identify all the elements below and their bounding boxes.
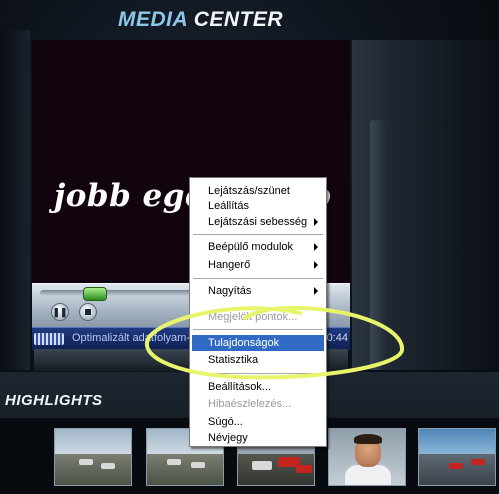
left-frame-panel xyxy=(0,30,30,370)
pause-icon: ❚❚ xyxy=(52,306,68,317)
submenu-arrow-icon xyxy=(314,218,318,226)
menu-item-play-pause[interactable]: Lejátszás/szünet xyxy=(192,183,324,199)
menu-item-help[interactable]: Súgó... xyxy=(192,414,324,430)
context-menu: Lejátszás/szünet Leállítás Lejátszási se… xyxy=(189,177,327,447)
menu-item-statistics[interactable]: Statisztika xyxy=(192,352,324,368)
menu-item-plugins[interactable]: Beépülő modulok xyxy=(192,239,324,255)
menu-separator xyxy=(193,278,323,280)
submenu-arrow-icon xyxy=(314,287,318,295)
menu-item-stop[interactable]: Leállítás xyxy=(192,198,324,214)
menu-item-markers: Megjelölt pontok... xyxy=(208,311,298,323)
menu-item-properties[interactable]: Tulajdonságok xyxy=(192,335,324,351)
thumbnail-5[interactable] xyxy=(418,428,496,486)
menu-item-troubleshooting: Hibaészlelezés... xyxy=(208,398,292,410)
app-title-center: CENTER xyxy=(193,8,284,31)
app-title: MEDIA CENTER xyxy=(118,8,283,34)
status-text: Optimalizált adatfolyam-ke xyxy=(72,332,202,344)
network-activity-icon xyxy=(34,333,64,345)
pause-button[interactable]: ❚❚ xyxy=(51,303,69,321)
menu-separator xyxy=(193,329,323,331)
menu-item-settings[interactable]: Beállítások... xyxy=(192,379,324,395)
thumbnail-4[interactable] xyxy=(328,428,406,486)
seek-thumb[interactable] xyxy=(83,287,107,301)
stop-button[interactable] xyxy=(79,303,97,321)
submenu-arrow-icon xyxy=(314,243,318,251)
menu-item-zoom[interactable]: Nagyítás xyxy=(192,283,324,299)
highlights-title: HIGHLIGHTS xyxy=(5,392,103,409)
right-rail-decoration xyxy=(370,120,386,370)
menu-separator xyxy=(193,234,323,236)
app-title-media: MEDIA xyxy=(118,8,188,31)
menu-item-about[interactable]: Névjegy xyxy=(192,430,324,446)
submenu-arrow-icon xyxy=(314,261,318,269)
menu-separator xyxy=(193,373,323,375)
menu-item-volume[interactable]: Hangerő xyxy=(192,257,324,273)
menu-item-playback-speed[interactable]: Lejátszási sebesség xyxy=(192,214,324,230)
playback-time: 0:44 xyxy=(326,332,348,344)
thumbnail-1[interactable] xyxy=(54,428,132,486)
stop-icon xyxy=(85,309,91,315)
